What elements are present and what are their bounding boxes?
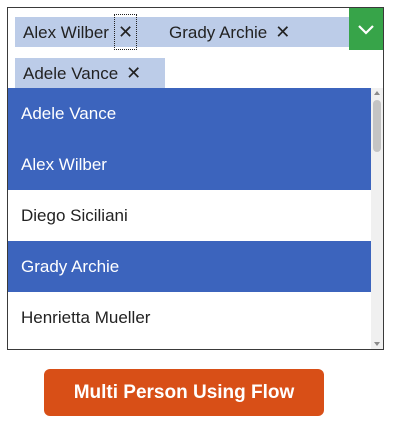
list-item-grady-archie[interactable]: Grady Archie [8,241,373,292]
list-scrollbar[interactable] [371,88,383,349]
chip-label: Alex Wilber [23,23,109,42]
scroll-up-arrow-icon[interactable] [374,91,380,95]
expand-dropdown-button[interactable] [349,8,383,50]
chip-label: Adele Vance [23,64,119,83]
remove-chip-icon[interactable]: ✕ [275,17,290,47]
scroll-down-arrow-icon[interactable] [374,342,380,346]
selected-items-area: Alex Wilber ✕ Grady Archie ✕ Adele Vance ✕ [8,8,352,89]
chevron-down-icon [358,25,374,35]
selected-chip-grady-archie: Grady Archie ✕ [161,17,352,47]
list-item-diego-siciliani[interactable]: Diego Siciliani [8,190,373,241]
people-combobox[interactable]: Alex Wilber ✕ Grady Archie ✕ Adele Vance ✕ [7,7,384,90]
list-item-alex-wilber[interactable]: Alex Wilber [8,139,373,190]
remove-chip-icon[interactable]: ✕ [126,58,141,88]
selected-chip-alex-wilber: Alex Wilber ✕ [15,14,161,50]
list-item-adele-vance[interactable]: Adele Vance [8,88,373,139]
list-item-henrietta-mueller[interactable]: Henrietta Mueller [8,292,373,343]
selected-chip-adele-vance: Adele Vance ✕ [15,58,165,88]
chip-label: Grady Archie [169,23,268,42]
people-dropdown-list: Adele Vance Alex Wilber Diego Siciliani … [7,88,384,350]
multi-person-flow-button[interactable]: Multi Person Using Flow [44,369,324,416]
scrollbar-thumb[interactable] [373,100,381,152]
remove-chip-icon[interactable]: ✕ [113,14,138,50]
